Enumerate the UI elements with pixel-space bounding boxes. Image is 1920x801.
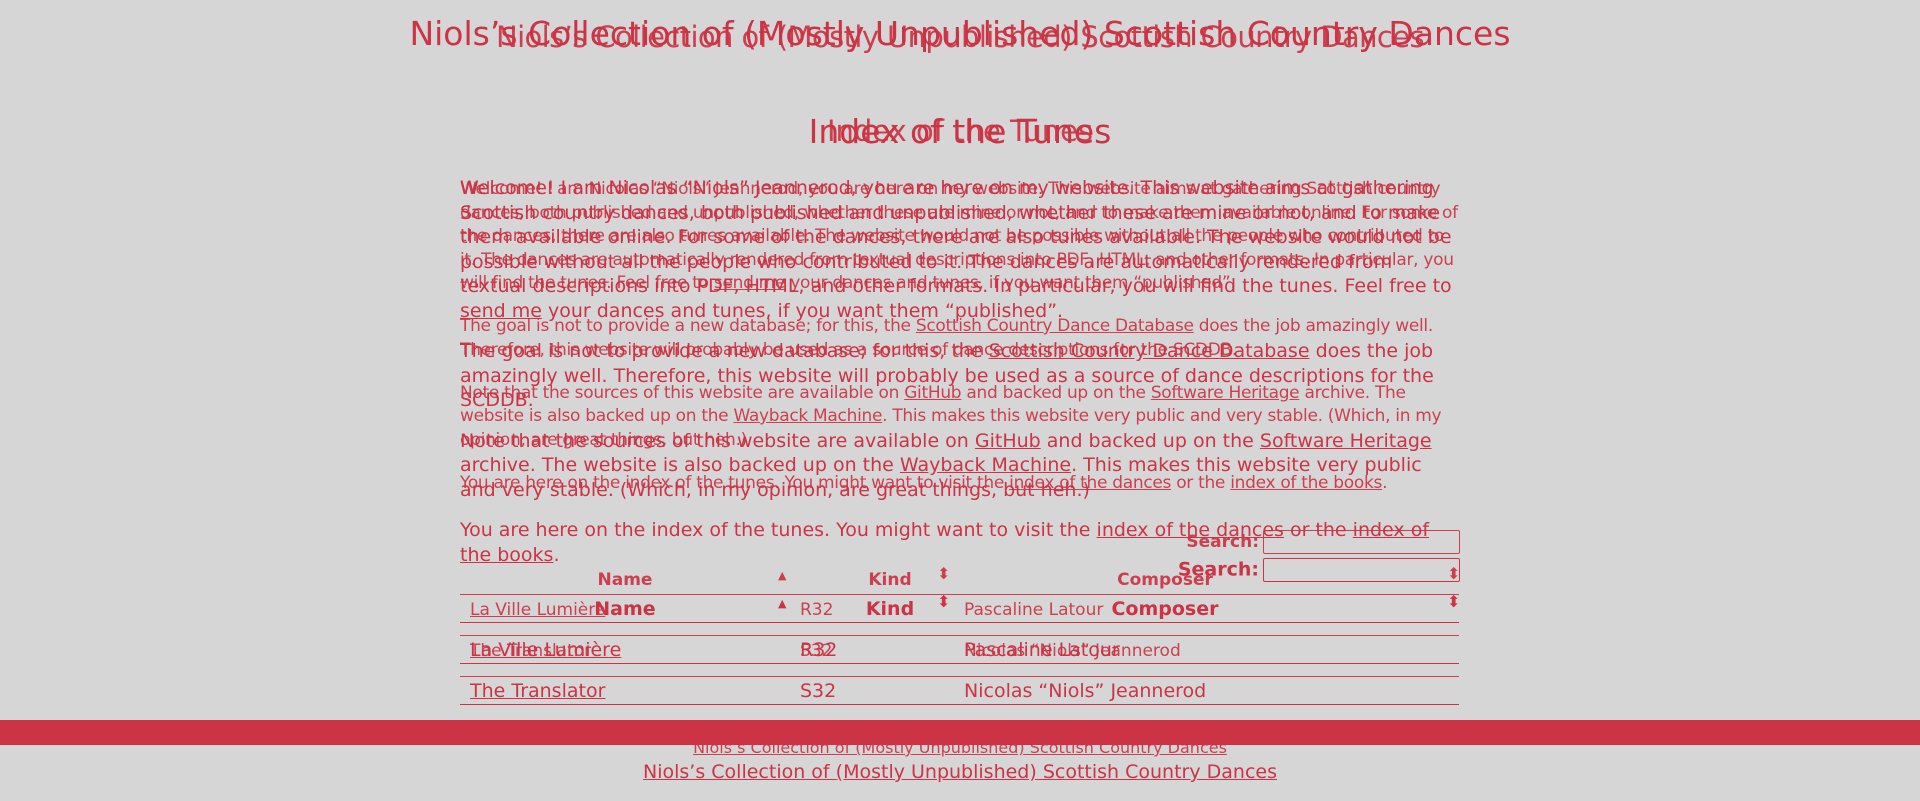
- tune-composer: Pascaline Latour: [964, 600, 1104, 620]
- search-bar: Search:: [1090, 530, 1460, 554]
- github-link[interactable]: GitHub: [904, 383, 961, 403]
- footer-home-link[interactable]: Niols’s Collection of (Mostly Unpublishe…: [693, 738, 1227, 757]
- table-row: La Ville Lumière R32 Pascaline Latour: [460, 595, 1459, 636]
- tune-composer: Nicolas “Niols” Jeannerod: [964, 641, 1181, 661]
- search-label: Search:: [1186, 532, 1259, 552]
- software-heritage-link[interactable]: Software Heritage: [1151, 383, 1300, 403]
- intro-text: Welcome! I am Nicolas “Niols” Jeannerod,…: [460, 178, 1460, 515]
- intro-paragraph-navigation: You are here on the index of the tunes. …: [460, 472, 1388, 493]
- table-header: Name ▲ Kind ⬍ Composer ⬍: [460, 566, 1460, 595]
- send-me-link[interactable]: send me: [714, 273, 786, 293]
- tune-name-link[interactable]: La Ville Lumière: [470, 600, 605, 620]
- sort-both-icon[interactable]: ⬍: [937, 566, 950, 582]
- column-header-composer[interactable]: Composer: [1080, 570, 1250, 590]
- table-row: The Translator S32 Nicolas “Niols” Jeann…: [460, 636, 1459, 677]
- tune-name-link[interactable]: The Translator: [470, 641, 591, 661]
- intro-paragraph-sources: Note that the sources of this website ar…: [460, 382, 1442, 450]
- tune-kind: R32: [800, 600, 834, 620]
- wayback-machine-link[interactable]: Wayback Machine: [733, 406, 882, 426]
- column-header-name[interactable]: Name: [540, 570, 710, 590]
- sort-asc-icon[interactable]: ▲: [778, 570, 786, 581]
- tune-kind: S32: [800, 641, 833, 661]
- scddb-link[interactable]: Scottish Country Dance Database: [916, 316, 1194, 336]
- page-layer-secondary: Niols’s Collection of (Mostly Unpublishe…: [0, 0, 1920, 801]
- footer: Niols’s Collection of (Mostly Unpublishe…: [0, 738, 1920, 757]
- search-input[interactable]: [1263, 530, 1460, 554]
- sort-both-icon[interactable]: ⬍: [1447, 566, 1460, 582]
- intro-paragraph-welcome: Welcome! I am Nicolas “Niols” Jeannerod,…: [460, 179, 1458, 293]
- tunes-table: Name ▲ Kind ⬍ Composer ⬍ La Ville Lumièr…: [460, 566, 1460, 677]
- intro-paragraph-goal: The goal is not to provide a new databas…: [460, 316, 1433, 360]
- dances-index-link[interactable]: index of the dances: [1009, 473, 1171, 493]
- page-title: Index of the Tunes: [826, 114, 1094, 148]
- site-title: Niols’s Collection of (Mostly Unpublishe…: [495, 20, 1425, 54]
- books-index-link[interactable]: index of the books: [1230, 473, 1382, 493]
